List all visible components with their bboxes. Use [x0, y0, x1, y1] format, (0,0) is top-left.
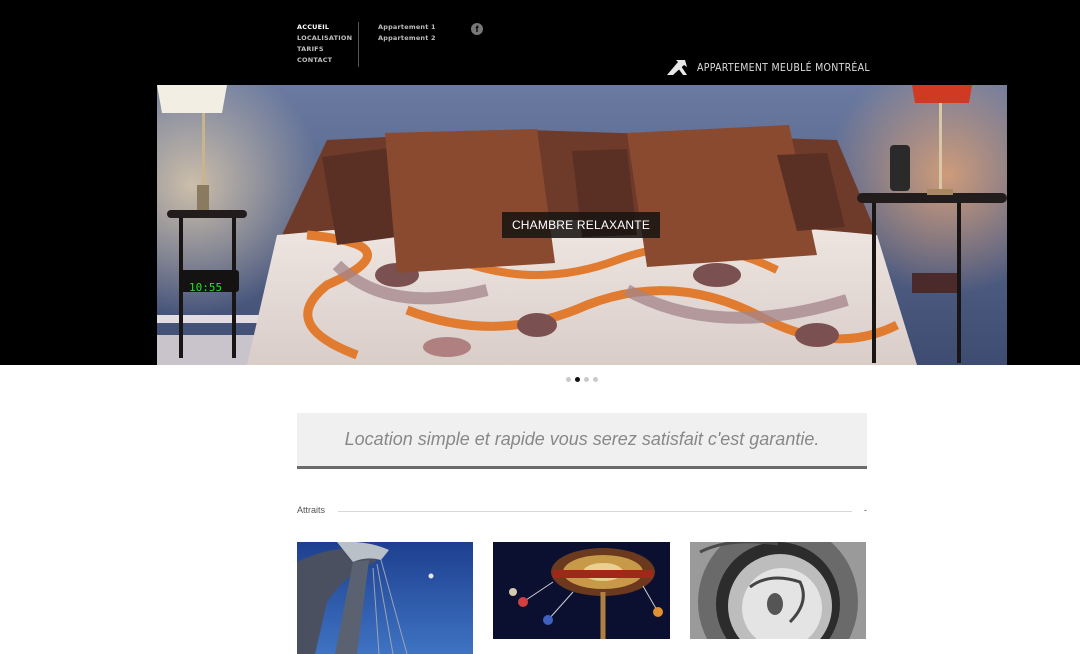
nav-item-localisation[interactable]: LOCALISATION	[297, 33, 352, 43]
tagline-text: Location simple et rapide vous serez sat…	[344, 429, 820, 449]
collapse-toggle[interactable]: -	[864, 505, 867, 516]
facebook-icon[interactable]: f	[471, 23, 483, 35]
attraction-thumb-spiral-staircase[interactable]	[690, 542, 866, 639]
slide-caption: CHAMBRE RELAXANTE	[502, 212, 660, 238]
logo-text: APPARTEMENT MEUBLÉ MONTRÉAL	[697, 60, 870, 74]
nav-item-accueil[interactable]: ACCUEIL	[297, 22, 352, 32]
attraction-thumb-olympic-stadium[interactable]	[297, 542, 473, 654]
olympic-stadium-image	[297, 542, 473, 654]
spiral-staircase-image	[690, 542, 866, 639]
slider-dot-1[interactable]	[566, 377, 571, 382]
tagline-box: Location simple et rapide vous serez sat…	[297, 413, 867, 469]
primary-nav: ACCUEIL LOCALISATION TARIFS CONTACT	[297, 22, 352, 65]
logo-mark-icon	[667, 60, 687, 75]
site-logo[interactable]: APPARTEMENT MEUBLÉ MONTRÉAL	[665, 58, 898, 76]
slider-dot-3[interactable]	[584, 377, 589, 382]
slider-dot-4[interactable]	[593, 377, 598, 382]
nav-divider	[358, 22, 359, 67]
secondary-nav: Appartement 1 Appartement 2	[378, 22, 436, 43]
attraits-header: Attraits -	[297, 505, 867, 517]
nav-item-appartement-2[interactable]: Appartement 2	[378, 33, 436, 43]
nav-item-contact[interactable]: CONTACT	[297, 55, 352, 65]
slider-dot-2[interactable]	[575, 377, 580, 382]
attraction-thumb-fairground-ride[interactable]	[493, 542, 670, 639]
fairground-ride-image	[493, 542, 670, 639]
hero-slide[interactable]: 10:55 CHAMBRE RELAXANTE	[157, 85, 1007, 365]
clock-display: 10:55	[189, 281, 222, 294]
nav-item-appartement-1[interactable]: Appartement 1	[378, 22, 436, 32]
slider-pagination	[566, 377, 598, 382]
nav-item-tarifs[interactable]: TARIFS	[297, 44, 352, 54]
section-divider	[338, 511, 852, 512]
section-title: Attraits	[297, 505, 326, 515]
